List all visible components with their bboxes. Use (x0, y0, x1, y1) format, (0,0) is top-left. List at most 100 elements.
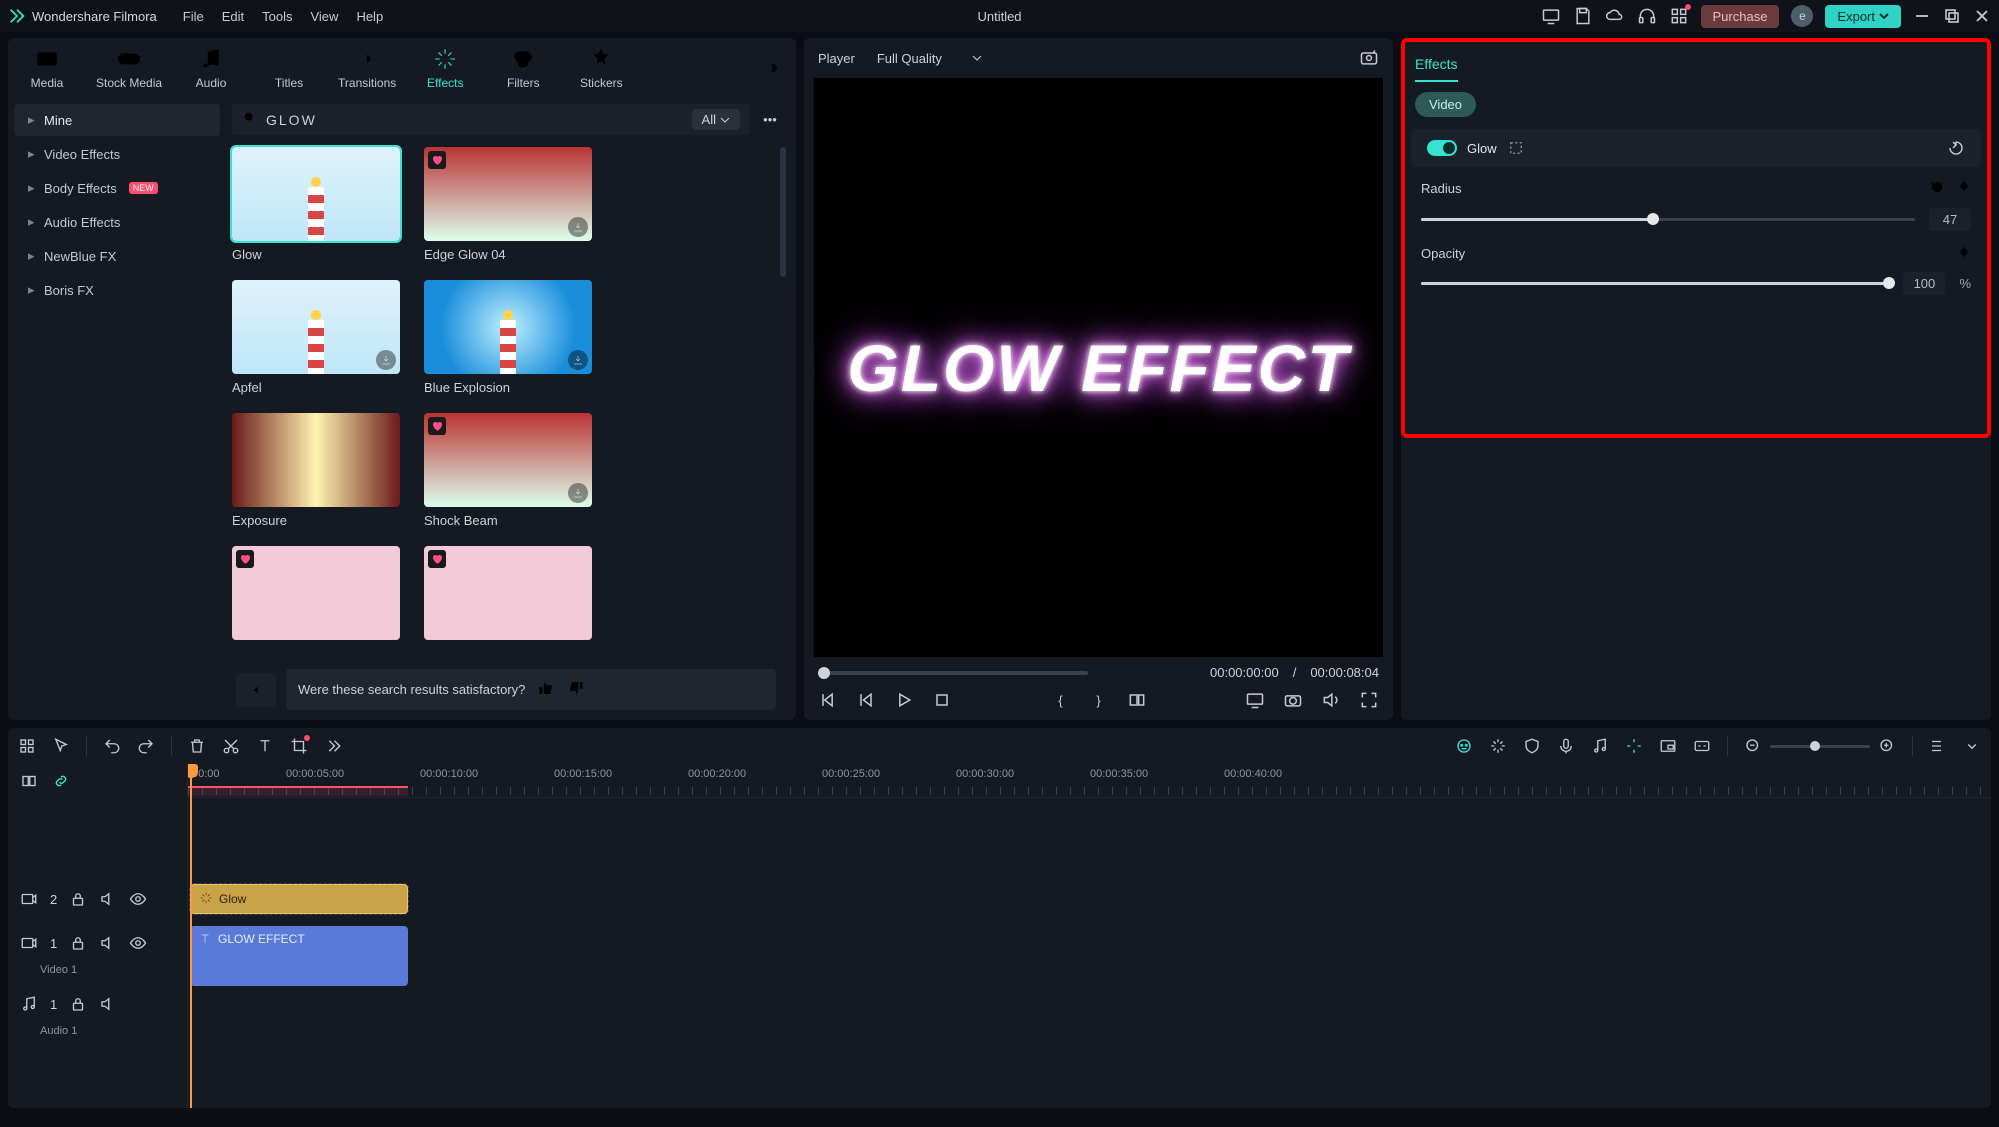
cut-icon[interactable] (222, 737, 240, 755)
play-backward-icon[interactable] (856, 690, 876, 710)
track-lane-v2[interactable]: Glow (188, 876, 1991, 922)
effect-card-blue-explosion[interactable]: Blue Explosion (424, 280, 592, 395)
quality-dropdown[interactable]: Full Quality (871, 49, 988, 68)
link-icon[interactable] (52, 772, 70, 790)
monitor-icon[interactable] (1245, 690, 1265, 710)
mark-out-icon[interactable]: } (1089, 690, 1109, 710)
tab-stickers[interactable]: Stickers (572, 46, 630, 90)
effect-card-edge-glow[interactable]: Edge Glow 04 (424, 147, 592, 262)
download-icon[interactable] (376, 350, 396, 370)
thumbs-up-icon[interactable] (537, 679, 555, 700)
download-icon[interactable] (568, 350, 588, 370)
headphones-icon[interactable] (1637, 6, 1657, 26)
radius-value[interactable]: 47 (1929, 208, 1971, 231)
track-head-v1[interactable]: 1 Video 1 (8, 922, 187, 988)
category-boris-fx[interactable]: ▸Boris FX (14, 274, 220, 306)
scrubber[interactable] (818, 671, 1088, 675)
crop-icon[interactable] (290, 737, 308, 755)
tab-audio[interactable]: Audio (182, 46, 240, 90)
mic-icon[interactable] (1557, 737, 1575, 755)
glow-toggle[interactable] (1427, 140, 1457, 156)
color-icon[interactable] (1625, 737, 1643, 755)
lock-icon[interactable] (69, 890, 87, 908)
save-icon[interactable] (1573, 6, 1593, 26)
tab-transitions[interactable]: Transitions (338, 46, 396, 90)
close-icon[interactable] (748, 680, 764, 699)
category-body-effects[interactable]: ▸Body EffectsNEW (14, 172, 220, 204)
category-video-effects[interactable]: ▸Video Effects (14, 138, 220, 170)
music-icon[interactable] (1591, 737, 1609, 755)
tabs-more-icon[interactable] (764, 57, 786, 79)
download-icon[interactable] (568, 217, 588, 237)
window-close-icon[interactable] (1973, 7, 1991, 25)
thumbnail-mode-icon[interactable] (20, 772, 38, 790)
clip-glow[interactable]: Glow (190, 884, 408, 914)
playhead[interactable] (190, 764, 192, 1108)
snapshot-icon[interactable] (1359, 48, 1379, 68)
tab-effects[interactable]: Effects (416, 46, 474, 90)
favorite-icon[interactable] (428, 151, 446, 169)
subtab-video[interactable]: Video (1415, 92, 1476, 117)
undo-icon[interactable] (103, 737, 121, 755)
layout-icon[interactable] (1127, 690, 1147, 710)
reset-radius-icon[interactable] (1929, 179, 1945, 198)
effect-card-glow[interactable]: Glow (232, 147, 400, 262)
stop-icon[interactable] (932, 690, 952, 710)
tab-effects-panel[interactable]: Effects (1415, 48, 1458, 82)
lock-icon[interactable] (69, 934, 87, 952)
work-area[interactable] (188, 786, 408, 796)
timeline-options-icon[interactable] (1929, 737, 1947, 755)
sparkle-icon[interactable] (1489, 737, 1507, 755)
scrollbar[interactable] (780, 147, 786, 277)
filter-all-dropdown[interactable]: All (692, 109, 740, 130)
prev-frame-icon[interactable] (818, 690, 838, 710)
delete-icon[interactable] (188, 737, 206, 755)
redo-icon[interactable] (137, 737, 155, 755)
category-newblue-fx[interactable]: ▸NewBlue FX (14, 240, 220, 272)
category-audio-effects[interactable]: ▸Audio Effects (14, 206, 220, 238)
bounding-box-icon[interactable] (1507, 139, 1525, 157)
mute-icon[interactable] (99, 995, 117, 1013)
effect-card-exposure[interactable]: Exposure (232, 413, 400, 528)
collapse-sidebar-button[interactable] (236, 673, 276, 707)
purchase-button[interactable]: Purchase (1701, 5, 1780, 28)
category-mine[interactable]: ▸Mine (14, 104, 220, 136)
ai-icon[interactable] (1455, 737, 1473, 755)
volume-icon[interactable] (1321, 690, 1341, 710)
menu-tools[interactable]: Tools (262, 9, 292, 24)
avatar[interactable]: e (1791, 5, 1813, 27)
mark-in-icon[interactable]: { (1051, 690, 1071, 710)
zoom-out-icon[interactable] (1744, 737, 1762, 755)
reset-all-icon[interactable] (1947, 139, 1965, 157)
opacity-value[interactable]: 100 (1903, 272, 1945, 295)
track-head-a1[interactable]: 1 Audio 1 (8, 988, 187, 1044)
track-lane-a1[interactable] (188, 988, 1991, 1044)
ruler[interactable]: 00:00 00:00:05:00 00:00:10:00 00:00:15:0… (188, 764, 1991, 798)
track-lane-v1[interactable]: GLOW EFFECT (188, 922, 1991, 988)
mute-icon[interactable] (99, 934, 117, 952)
lock-icon[interactable] (69, 995, 87, 1013)
more-tools-icon[interactable] (324, 737, 342, 755)
thumbs-down-icon[interactable] (567, 679, 585, 700)
tab-media[interactable]: Media (18, 46, 76, 90)
more-options-icon[interactable]: ••• (760, 112, 780, 127)
menu-help[interactable]: Help (356, 9, 383, 24)
preview-viewport[interactable]: GLOW EFFECT (814, 78, 1383, 657)
cloud-icon[interactable] (1605, 6, 1625, 26)
menu-edit[interactable]: Edit (222, 9, 244, 24)
mute-icon[interactable] (99, 890, 117, 908)
effect-card-8[interactable] (424, 546, 592, 640)
radius-slider[interactable] (1421, 218, 1915, 221)
download-icon[interactable] (568, 483, 588, 503)
zoom-in-icon[interactable] (1878, 737, 1896, 755)
fullscreen-icon[interactable] (1359, 690, 1379, 710)
chevron-down-icon[interactable] (1963, 737, 1981, 755)
monitor-icon[interactable] (1541, 6, 1561, 26)
pip-icon[interactable] (1659, 737, 1677, 755)
effect-card-shock-beam[interactable]: Shock Beam (424, 413, 592, 528)
search-input[interactable] (266, 112, 386, 128)
tab-filters[interactable]: Filters (494, 46, 552, 90)
eye-icon[interactable] (129, 934, 147, 952)
window-maximize-icon[interactable] (1943, 7, 1961, 25)
camera-icon[interactable] (1283, 690, 1303, 710)
